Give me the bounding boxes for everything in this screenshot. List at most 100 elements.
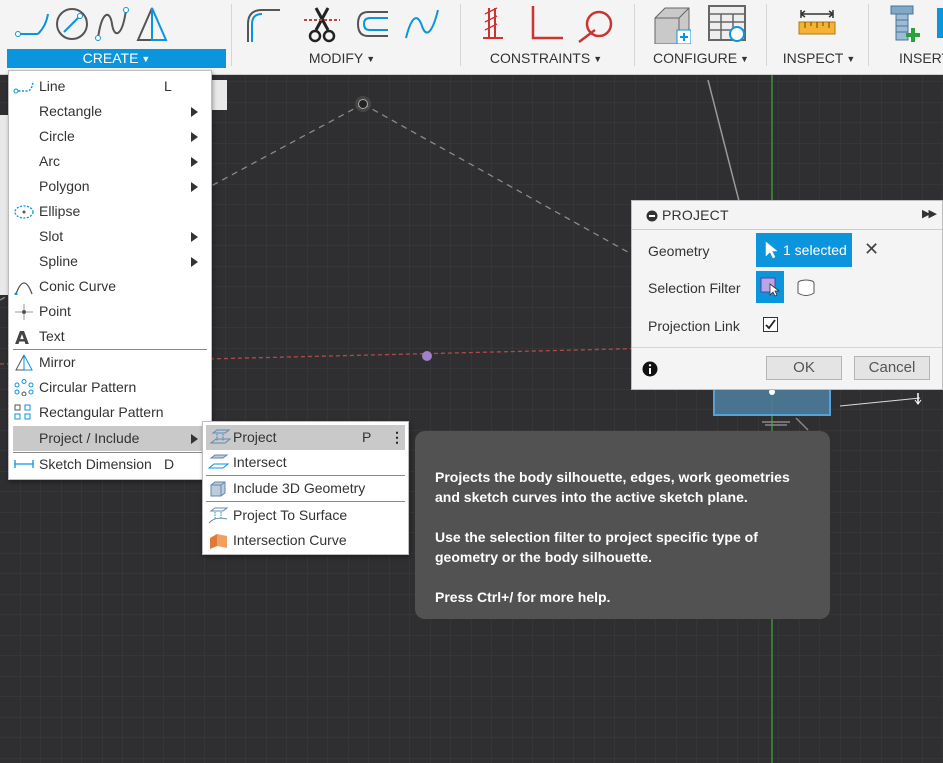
menu-item-rectangle[interactable]: Rectangle bbox=[9, 99, 211, 124]
submenu-arrow-icon bbox=[191, 434, 198, 444]
menu-item-label: Arc bbox=[39, 153, 60, 169]
conic-curve-icon bbox=[14, 282, 33, 295]
configure-group: CONFIGURE ▼ bbox=[635, 0, 765, 75]
point-icon bbox=[15, 304, 33, 320]
checkmark-icon bbox=[765, 319, 776, 330]
include-3d-geometry-icon bbox=[210, 481, 226, 497]
menu-item-include-3d-geometry[interactable]: Include 3D Geometry bbox=[203, 476, 408, 501]
menu-item-line[interactable]: Line L bbox=[9, 74, 211, 99]
mirror-tool-icon[interactable] bbox=[132, 4, 172, 44]
modify-dropdown[interactable]: MODIFY ▼ bbox=[292, 49, 392, 68]
menu-item-project-to-surface[interactable]: Project To Surface bbox=[203, 503, 408, 528]
body-silhouette-filter-icon[interactable] bbox=[796, 278, 816, 298]
more-options-icon[interactable]: ⋮ bbox=[390, 425, 404, 450]
menu-item-label: Ellipse bbox=[39, 203, 81, 219]
inspect-label: INSPECT bbox=[782, 50, 844, 66]
submenu-arrow-icon bbox=[191, 107, 198, 117]
inspect-group: INSPECT ▼ bbox=[767, 0, 867, 75]
menu-item-shortcut: D bbox=[164, 456, 175, 472]
insert-dropdown[interactable]: INSERT bbox=[899, 49, 943, 68]
menu-item-shortcut: L bbox=[164, 78, 172, 94]
insert-label: INSERT bbox=[899, 50, 943, 66]
submenu-arrow-icon bbox=[191, 157, 198, 167]
menu-item-label: Project To Surface bbox=[233, 507, 348, 523]
command-tooltip: Projects the body silhouette, edges, wor… bbox=[415, 431, 830, 619]
menu-item-ellipse[interactable]: Ellipse bbox=[9, 199, 211, 224]
circle-tool-icon[interactable] bbox=[52, 4, 92, 44]
geometry-selected-count: 1 selected bbox=[783, 242, 847, 258]
project-dialog: PROJECT ▶▶ Geometry 1 selected ✕ Selecti… bbox=[631, 200, 943, 390]
menu-item-label: Rectangle bbox=[39, 103, 103, 119]
fillet-icon[interactable] bbox=[242, 4, 282, 44]
menu-item-sketch-dimension[interactable]: Sketch Dimension D bbox=[9, 452, 211, 477]
menu-item-intersect[interactable]: Intersect bbox=[203, 450, 408, 475]
collapse-icon[interactable] bbox=[646, 210, 658, 222]
specific-geometry-icon bbox=[760, 277, 780, 297]
inspect-dropdown[interactable]: INSPECT ▼ bbox=[775, 49, 863, 68]
menu-item-label: Polygon bbox=[39, 178, 90, 194]
caret-down-icon: ▼ bbox=[366, 54, 376, 64]
configure-table-icon[interactable] bbox=[707, 4, 747, 44]
geometry-label: Geometry bbox=[648, 243, 710, 259]
rectangular-pattern-icon bbox=[14, 404, 31, 420]
constraints-label: CONSTRAINTS bbox=[489, 50, 591, 66]
menu-item-label: Include 3D Geometry bbox=[233, 480, 366, 496]
menu-item-slot[interactable]: Slot bbox=[9, 224, 211, 249]
insert-mcmaster-icon[interactable] bbox=[887, 4, 927, 44]
menu-item-text[interactable]: A Text bbox=[9, 324, 211, 349]
menu-item-label: Conic Curve bbox=[39, 278, 117, 294]
offset-icon[interactable] bbox=[350, 4, 390, 44]
menu-item-point[interactable]: Point bbox=[9, 299, 211, 324]
menu-divider bbox=[206, 501, 405, 502]
menu-item-circular-pattern[interactable]: Circular Pattern bbox=[9, 375, 211, 400]
menu-item-conic-curve[interactable]: Conic Curve bbox=[9, 274, 211, 299]
trim-icon[interactable] bbox=[302, 4, 342, 44]
menu-item-spline[interactable]: Spline bbox=[9, 249, 211, 274]
menu-item-intersection-curve[interactable]: Intersection Curve bbox=[203, 528, 408, 553]
create-dropdown[interactable]: CREATE ▼ bbox=[7, 49, 226, 68]
menu-item-label: Project / Include bbox=[39, 430, 140, 446]
menu-item-project[interactable]: Project P ⋮ bbox=[206, 425, 405, 450]
menu-item-label: Sketch Dimension bbox=[39, 456, 152, 472]
configure-icon[interactable] bbox=[651, 4, 691, 44]
dialog-header[interactable]: PROJECT ▶▶ bbox=[632, 201, 942, 230]
modify-group: MODIFY ▼ bbox=[232, 0, 460, 75]
line-tool-icon[interactable] bbox=[12, 4, 52, 44]
menu-item-arc[interactable]: Arc bbox=[9, 149, 211, 174]
menu-item-circle[interactable]: Circle bbox=[9, 124, 211, 149]
perpendicular-constraint-icon[interactable] bbox=[525, 4, 565, 44]
curve-icon[interactable] bbox=[402, 4, 442, 44]
submenu-arrow-icon bbox=[191, 232, 198, 242]
ok-button[interactable]: OK bbox=[766, 356, 842, 380]
expand-dialog-icon[interactable]: ▶▶ bbox=[922, 207, 937, 220]
menu-item-label: Circular Pattern bbox=[39, 379, 137, 395]
menu-item-label: Mirror bbox=[39, 354, 76, 370]
tooltip-description: Projects the body silhouette, edges, wor… bbox=[435, 469, 790, 505]
geometry-selection-button[interactable]: 1 selected bbox=[756, 233, 852, 267]
projection-link-checkbox[interactable] bbox=[763, 317, 778, 332]
insert-second-icon[interactable] bbox=[935, 4, 943, 44]
modify-label: MODIFY bbox=[308, 50, 364, 66]
tangent-constraint-icon[interactable] bbox=[575, 4, 615, 44]
menu-item-label: Slot bbox=[39, 228, 64, 244]
insert-group: INSERT bbox=[869, 0, 943, 75]
menu-item-label: Rectangular Pattern bbox=[39, 404, 164, 420]
menu-item-rectangular-pattern[interactable]: Rectangular Pattern bbox=[9, 400, 211, 425]
menu-item-project-include[interactable]: Project / Include bbox=[13, 426, 207, 451]
configure-dropdown[interactable]: CONFIGURE ▼ bbox=[645, 49, 757, 68]
spline-tool-icon[interactable] bbox=[92, 4, 132, 44]
cursor-arrow-icon bbox=[765, 241, 778, 259]
clear-selection-icon[interactable]: ✕ bbox=[864, 240, 879, 258]
info-icon[interactable] bbox=[642, 361, 658, 377]
constraints-dropdown[interactable]: CONSTRAINTS ▼ bbox=[481, 49, 611, 68]
filter-specific-geometry-button[interactable] bbox=[756, 271, 784, 303]
menu-item-label: Line bbox=[39, 78, 66, 94]
cancel-button[interactable]: Cancel bbox=[854, 356, 930, 380]
fix-constraint-icon[interactable] bbox=[479, 4, 519, 44]
menu-item-label: Text bbox=[39, 328, 65, 344]
menu-item-polygon[interactable]: Polygon bbox=[9, 174, 211, 199]
menu-item-mirror[interactable]: Mirror bbox=[9, 350, 211, 375]
selection-filter-label: Selection Filter bbox=[648, 280, 741, 296]
menu-item-shortcut: P bbox=[362, 429, 372, 445]
measure-icon[interactable] bbox=[797, 4, 837, 44]
